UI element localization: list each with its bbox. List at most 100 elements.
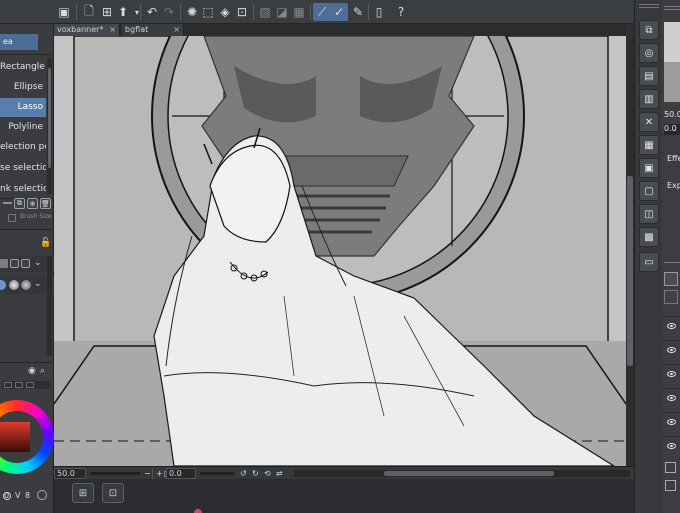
- pen-pressure-icon[interactable]: ✎: [349, 3, 367, 21]
- separator: [253, 4, 254, 20]
- tip-soft-icon[interactable]: [9, 280, 19, 290]
- color-wheel[interactable]: [0, 400, 54, 474]
- checkbox-icon[interactable]: [665, 480, 676, 491]
- sub-tool-header[interactable]: ea: [0, 34, 38, 50]
- animation-icon[interactable]: ▥: [639, 89, 659, 109]
- rotation-slider[interactable]: [200, 472, 234, 475]
- companion-icon[interactable]: ▯: [370, 3, 388, 21]
- separator: [368, 4, 369, 20]
- tip-sample-icon[interactable]: [0, 280, 6, 290]
- eyedropper-icon[interactable]: ⌕: [40, 366, 45, 376]
- undo-icon[interactable]: ↶: [143, 3, 161, 21]
- color-value-1: 0: [4, 491, 10, 500]
- checkbox-icon[interactable]: [665, 462, 676, 473]
- vector-snap-icon[interactable]: ⟋: [313, 3, 331, 21]
- subtool-shrink-selection[interactable]: nk selection: [0, 180, 46, 199]
- eye-icon[interactable]: [667, 323, 676, 329]
- subtool-polyline[interactable]: Polyline: [0, 118, 46, 137]
- rotation-field[interactable]: 0.0: [166, 468, 196, 479]
- new-layer-icon[interactable]: [664, 272, 678, 286]
- scroll-thumb[interactable]: [627, 176, 633, 366]
- tab-bgflat[interactable]: bgflat ×: [122, 24, 184, 36]
- help-icon[interactable]: ?: [392, 3, 410, 21]
- chevron-down-icon[interactable]: ⌄: [34, 279, 42, 289]
- lock-icon[interactable]: 🔓: [40, 238, 51, 248]
- zoom-field[interactable]: 50.0: [54, 468, 86, 479]
- panel-grip[interactable]: [664, 6, 680, 10]
- scroll-thumb[interactable]: [48, 68, 51, 168]
- color-slider-tab-icon[interactable]: [15, 382, 23, 388]
- sub-tool-palette: ea Rectangle Ellipse Lasso Polyline elec…: [0, 24, 54, 513]
- color-swap-icon[interactable]: [37, 490, 47, 500]
- brush-size-checkbox-icon[interactable]: [8, 214, 16, 222]
- tip-hard-icon[interactable]: [21, 280, 31, 290]
- color-wheel-tab-icon[interactable]: [4, 382, 12, 388]
- search-layer-icon[interactable]: ◎: [639, 43, 659, 63]
- swatch-icon[interactable]: [21, 259, 30, 268]
- chevron-down-icon[interactable]: ⌄: [34, 258, 42, 268]
- subtool-scrollbar[interactable]: [47, 58, 52, 194]
- eye-icon[interactable]: [667, 395, 676, 401]
- app-icon[interactable]: ▣: [55, 3, 73, 21]
- trash-icon[interactable]: 🗑: [40, 198, 51, 209]
- eye-icon[interactable]: [667, 419, 676, 425]
- layer-copy-icon[interactable]: ⧉: [639, 20, 659, 40]
- dock-grip[interactable]: [639, 4, 659, 8]
- panel-value-2[interactable]: 0.0: [664, 124, 680, 135]
- grid-icon[interactable]: ▩: [639, 227, 659, 247]
- color-square[interactable]: [0, 422, 30, 452]
- eye-icon[interactable]: [667, 371, 676, 377]
- navigator-icon[interactable]: ◉: [28, 366, 36, 376]
- redo-icon[interactable]: ↷: [160, 3, 178, 21]
- bottom-toolbar: ⊞ ⊡: [54, 479, 634, 513]
- settings-icon[interactable]: [3, 202, 12, 204]
- canvas-horizontal-scrollbar[interactable]: [294, 470, 630, 477]
- snap-grid-icon[interactable]: ▦: [290, 3, 308, 21]
- close-icon[interactable]: ×: [173, 24, 180, 36]
- preview-thumbnail: [664, 62, 680, 102]
- color-set-tab-icon[interactable]: [26, 382, 34, 388]
- item-bank-icon[interactable]: ▢: [639, 181, 659, 201]
- subtool-selection-pen[interactable]: election pen: [0, 138, 46, 157]
- sub-view-icon[interactable]: ▣: [639, 158, 659, 178]
- brush-tip-row: ⌄: [0, 276, 54, 294]
- subtool-erase-selection[interactable]: se selection: [0, 159, 46, 178]
- layer-property-icon[interactable]: ⊞: [72, 483, 94, 503]
- eye-icon[interactable]: [667, 347, 676, 353]
- brush-size-label: Brush Size: [20, 213, 52, 220]
- subtool-ellipse[interactable]: Ellipse: [0, 78, 46, 97]
- separator: [140, 4, 141, 20]
- fill-icon[interactable]: ◈: [216, 3, 234, 21]
- frame-icon[interactable]: ◫: [639, 204, 659, 224]
- palette-icon[interactable]: [10, 259, 19, 268]
- snap-special-ruler-icon[interactable]: ◪: [273, 3, 291, 21]
- canvas-vertical-scrollbar[interactable]: [626, 36, 634, 466]
- panel-grip[interactable]: [664, 262, 680, 268]
- eye-icon[interactable]: [667, 443, 676, 449]
- crop-icon[interactable]: ✕: [639, 112, 659, 132]
- tab-voxbanner[interactable]: voxbanner* ×: [54, 24, 120, 36]
- select-all-icon[interactable]: ⬚: [199, 3, 217, 21]
- drawing-canvas[interactable]: [54, 36, 626, 466]
- color-tabs: [2, 381, 50, 389]
- scroll-thumb[interactable]: [384, 471, 554, 476]
- canvas-frame-icon[interactable]: ⊡: [102, 483, 124, 503]
- color-chip-icon[interactable]: [0, 259, 8, 268]
- close-icon[interactable]: ×: [109, 24, 116, 36]
- copy-icon[interactable]: ⊕: [27, 198, 38, 209]
- duplicate-icon[interactable]: ⧉: [14, 198, 25, 209]
- layer-folder-icon[interactable]: [664, 290, 678, 304]
- new-file-icon[interactable]: 🗋: [80, 3, 98, 21]
- zoom-slider[interactable]: [90, 472, 140, 475]
- divider: [0, 54, 54, 55]
- material-icon[interactable]: ▤: [639, 66, 659, 86]
- subtool-rectangle[interactable]: Rectangle: [0, 58, 46, 77]
- transform-icon[interactable]: ⊡: [233, 3, 251, 21]
- status-bar: 50.0 − + ▯ 0.0 ↺ ↻ ⟲ ⇌: [54, 466, 634, 479]
- subtool-lasso[interactable]: Lasso: [0, 98, 46, 117]
- scrollbar[interactable]: [47, 256, 52, 356]
- stabilization-icon[interactable]: ✓: [330, 3, 348, 21]
- image-icon[interactable]: ▭: [639, 252, 659, 272]
- history-icon[interactable]: ▦: [639, 135, 659, 155]
- snap-ruler-icon[interactable]: ▧: [256, 3, 274, 21]
